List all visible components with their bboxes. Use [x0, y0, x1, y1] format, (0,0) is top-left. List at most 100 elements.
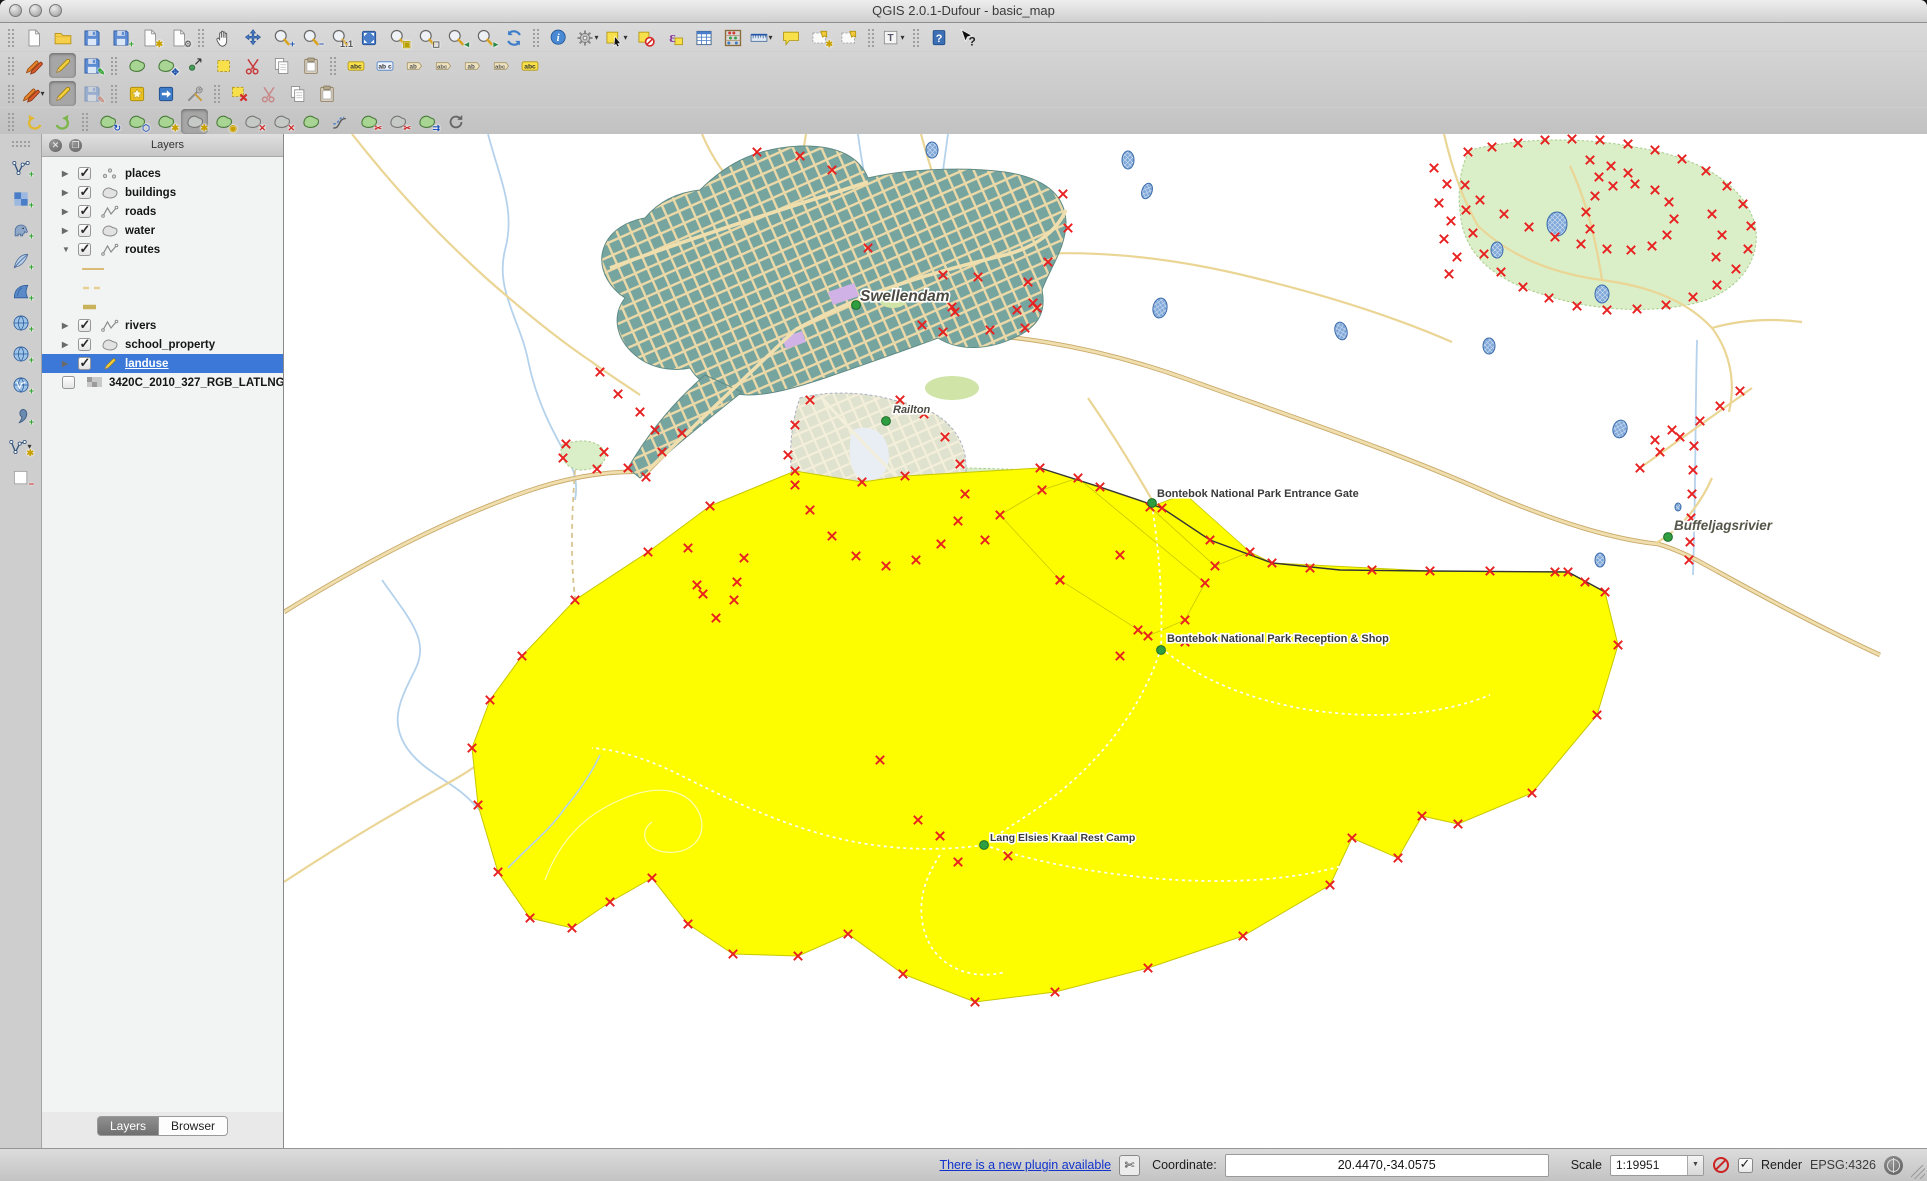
pan-map-button[interactable]	[210, 25, 237, 50]
map-canvas[interactable]: SwellendamRailtonBontebok National Park …	[284, 134, 1927, 1148]
coordinate-input[interactable]	[1225, 1154, 1549, 1177]
layer-item-places[interactable]: ▶places	[42, 164, 283, 183]
zoom-to-selection-button[interactable]: ▣	[384, 25, 411, 50]
help-contents-button[interactable]	[925, 25, 952, 50]
crs-globe-icon[interactable]	[1884, 1156, 1903, 1175]
add-raster-layer-button[interactable]: +	[7, 186, 34, 211]
layer-expander-icon[interactable]: ▶	[62, 169, 78, 178]
move-shortcut-button[interactable]	[152, 81, 179, 106]
refresh-map-button[interactable]	[500, 25, 527, 50]
add-mssql-layer-button[interactable]: +	[7, 279, 34, 304]
layer-expander-icon[interactable]: ▶	[62, 188, 78, 197]
label-selected-button[interactable]	[371, 53, 398, 78]
layer-item-water[interactable]: ▶water	[42, 221, 283, 240]
labeling-button[interactable]	[342, 53, 369, 78]
layer-item-3420C_2010_327_RGB_LATLNG[interactable]: 3420C_2010_327_RGB_LATLNG	[42, 373, 283, 392]
open-project-button[interactable]	[49, 25, 76, 50]
options-tools-button[interactable]	[181, 81, 208, 106]
zoom-to-layer-button[interactable]: ◻	[413, 25, 440, 50]
layer-visibility-checkbox[interactable]	[78, 243, 91, 256]
minimize-window-button[interactable]	[29, 4, 42, 17]
zoom-native-button[interactable]: 1:1	[326, 25, 353, 50]
layer-visibility-checkbox[interactable]	[78, 338, 91, 351]
layer-expander-icon[interactable]: ▶	[62, 359, 78, 368]
text-annotation-button[interactable]: ▾	[880, 25, 907, 50]
toolbar-drag-handle[interactable]	[81, 112, 89, 132]
toolbar-drag-handle[interactable]	[532, 28, 540, 48]
show-bookmarks-button[interactable]	[835, 25, 862, 50]
copy-features-2-button[interactable]	[284, 81, 311, 106]
label-move-button[interactable]	[487, 53, 514, 78]
add-postgis-layer-button[interactable]: +	[7, 217, 34, 242]
add-wfs-layer-button[interactable]: +	[7, 372, 34, 397]
toolbar-drag-handle[interactable]	[7, 56, 15, 76]
split-parts-button[interactable]: ✂	[384, 109, 411, 134]
style-shortcut-button[interactable]	[123, 81, 150, 106]
stop-render-icon[interactable]	[1712, 1156, 1730, 1174]
remove-layer-button[interactable]: −	[7, 465, 34, 490]
rotate-feature-button[interactable]: ↻	[94, 109, 121, 134]
run-feature-action-menu-arrow[interactable]: ▾	[593, 33, 601, 42]
zoom-window-button[interactable]	[49, 4, 62, 17]
toolbar-drag-handle[interactable]	[110, 84, 118, 104]
fill-ring-button[interactable]: ◉	[210, 109, 237, 134]
resize-grip[interactable]	[1911, 1165, 1925, 1179]
measure-menu-arrow[interactable]: ▾	[767, 33, 775, 42]
field-calculator-button[interactable]	[719, 25, 746, 50]
new-shapefile-layer-menu-arrow[interactable]: ▾	[26, 442, 34, 451]
add-feature-button[interactable]	[123, 53, 150, 78]
add-spatialite-layer-button[interactable]: +	[7, 248, 34, 273]
current-edits-button[interactable]	[20, 53, 47, 78]
zoom-full-button[interactable]	[355, 25, 382, 50]
new-shapefile-layer-button[interactable]: ✱▾	[7, 434, 34, 459]
panel-float-icon[interactable]: ❐	[69, 139, 82, 152]
select-by-expression-button[interactable]	[661, 25, 688, 50]
label-show-hide-button[interactable]	[458, 53, 485, 78]
paste-features-button[interactable]	[297, 53, 324, 78]
save-project-as-button[interactable]: +	[107, 25, 134, 50]
save-layer-edits-button[interactable]: ✎	[78, 53, 105, 78]
run-feature-action-button[interactable]: ▾	[574, 25, 601, 50]
layer-visibility-checkbox[interactable]	[78, 186, 91, 199]
new-bookmark-button[interactable]: ✱	[806, 25, 833, 50]
layer-visibility-checkbox[interactable]	[78, 357, 91, 370]
toggle-editing-all-button[interactable]	[49, 81, 76, 106]
select-features-menu-arrow[interactable]: ▾	[622, 33, 630, 42]
redo-button[interactable]	[49, 109, 76, 134]
layer-item-routes[interactable]: ▼routes	[42, 240, 283, 259]
plugin-available-link[interactable]: There is a new plugin available	[939, 1158, 1111, 1172]
merge-features-button[interactable]: ⇉	[413, 109, 440, 134]
zoom-in-button[interactable]: +	[268, 25, 295, 50]
toolbar-drag-handle[interactable]	[197, 28, 205, 48]
new-project-button[interactable]	[20, 25, 47, 50]
layer-visibility-checkbox[interactable]	[62, 376, 75, 389]
render-checkbox[interactable]	[1738, 1158, 1753, 1173]
layer-item-landuse[interactable]: ▶landuse	[42, 354, 283, 373]
identify-features-button[interactable]	[545, 25, 572, 50]
layer-expander-icon[interactable]: ▶	[62, 226, 78, 235]
layer-item-rivers[interactable]: ▶rivers	[42, 316, 283, 335]
close-window-button[interactable]	[9, 4, 22, 17]
panel-close-icon[interactable]: ✕	[49, 139, 62, 152]
toolbar-drag-handle[interactable]	[7, 112, 15, 132]
offset-curve-button[interactable]	[326, 109, 353, 134]
text-annotation-menu-arrow[interactable]: ▾	[899, 33, 907, 42]
pan-to-selection-button[interactable]	[239, 25, 266, 50]
delete-selected-2-button[interactable]	[226, 81, 253, 106]
delete-selected-button[interactable]	[210, 53, 237, 78]
toolbar-drag-handle[interactable]	[213, 84, 221, 104]
deselect-features-button[interactable]	[632, 25, 659, 50]
add-delimited-text-layer-button[interactable]: +	[7, 403, 34, 428]
layer-visibility-checkbox[interactable]	[78, 224, 91, 237]
map-tips-button[interactable]	[777, 25, 804, 50]
add-wcs-layer-button[interactable]: +	[7, 341, 34, 366]
chevron-down-icon[interactable]: ▼	[1687, 1156, 1703, 1175]
toolbar-drag-handle[interactable]	[7, 84, 15, 104]
layer-item-roads[interactable]: ▶roads	[42, 202, 283, 221]
delete-part-button[interactable]: ✕	[268, 109, 295, 134]
copy-features-button[interactable]	[268, 53, 295, 78]
plugin-icon[interactable]: ✄	[1119, 1155, 1140, 1176]
move-feature-button[interactable]: ✥	[152, 53, 179, 78]
add-wms-layer-button[interactable]: +	[7, 310, 34, 335]
tab-browser[interactable]: Browser	[159, 1116, 228, 1136]
